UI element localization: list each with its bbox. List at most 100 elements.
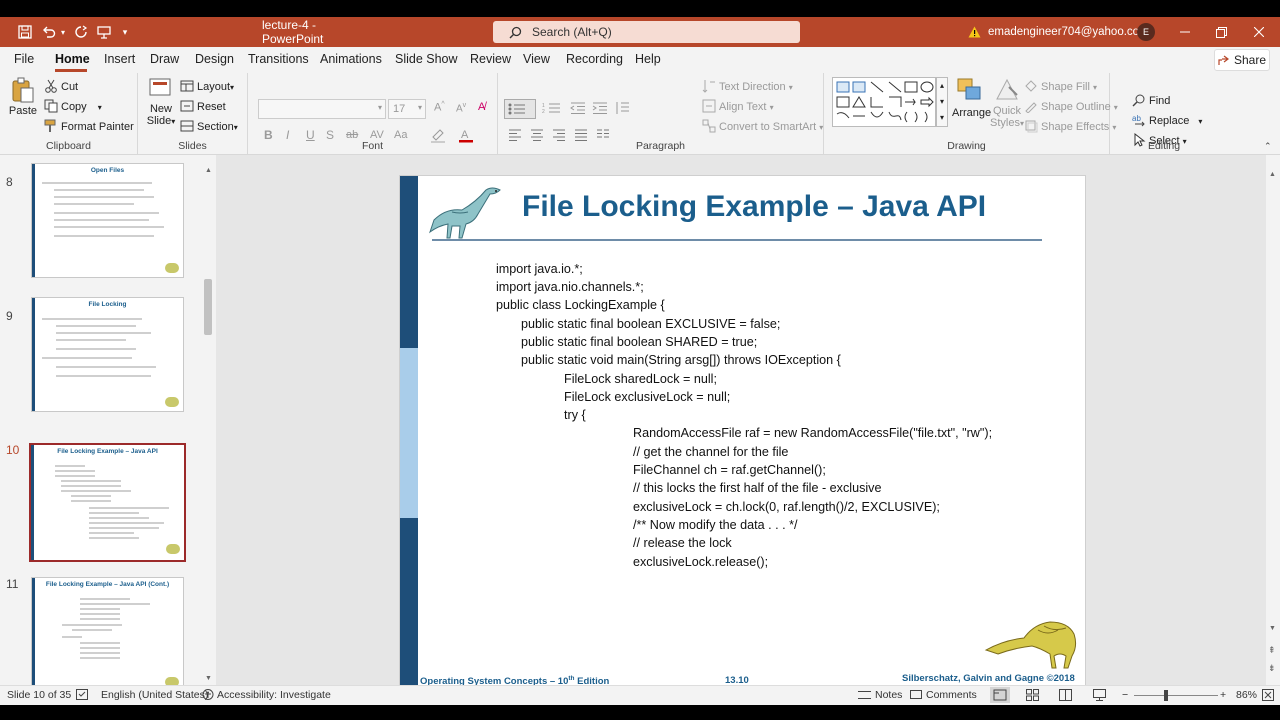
code-line[interactable]: import java.nio.channels.*;	[496, 280, 644, 294]
code-line[interactable]: // this locks the first half of the file…	[633, 481, 881, 495]
copy-dropdown-icon[interactable]: ▾	[98, 103, 102, 112]
align-text-button[interactable]: Align Text ▾	[702, 99, 774, 113]
search-box[interactable]: Search (Alt+Q)	[493, 21, 800, 43]
code-line[interactable]: // get the channel for the file	[633, 445, 788, 459]
decrease-indent-button[interactable]	[570, 101, 586, 118]
zoom-level[interactable]: 86%	[1236, 689, 1257, 701]
bullets-button[interactable]	[504, 99, 536, 119]
share-button[interactable]: Share	[1214, 49, 1270, 71]
present-icon[interactable]	[93, 17, 115, 47]
replace-button[interactable]: ab Replace ▾	[1132, 113, 1202, 127]
new-slide-dropdown-icon[interactable]: ▾	[171, 117, 175, 126]
slide-sorter-button[interactable]	[1026, 689, 1039, 704]
shapes-scroll[interactable]: ▴ ▾ ▾	[936, 77, 948, 127]
collapse-ribbon-icon[interactable]: ⌃	[1264, 141, 1272, 152]
cut-button[interactable]: Cut	[44, 79, 78, 93]
canvas-scrollbar[interactable]: ▲ ▼ ⇞ ⇟	[1266, 155, 1280, 685]
section-button[interactable]: Section▾	[180, 119, 238, 133]
avatar[interactable]: E	[1136, 17, 1156, 47]
slide[interactable]: File Locking Example – Java API import j…	[399, 175, 1086, 690]
font-family-select[interactable]: ▾	[258, 99, 386, 119]
previous-slide-icon[interactable]: ⇞	[1268, 645, 1276, 656]
minimize-icon[interactable]	[1168, 17, 1202, 47]
tab-help[interactable]: Help	[635, 52, 661, 66]
clear-formatting-icon[interactable]: A̸	[478, 101, 485, 113]
font-size-select[interactable]: 17 ▾	[388, 99, 426, 119]
save-icon[interactable]	[14, 17, 36, 47]
notes-button[interactable]: Notes	[858, 689, 902, 701]
find-button[interactable]: Find	[1132, 93, 1170, 107]
code-line[interactable]: FileLock sharedLock = null;	[564, 372, 717, 386]
customize-toolbar-icon[interactable]: ▾	[118, 17, 132, 47]
language-status[interactable]: English (United States)	[101, 689, 208, 701]
redo-icon[interactable]	[70, 17, 92, 47]
code-line[interactable]: try {	[564, 408, 586, 422]
normal-view-button[interactable]	[990, 687, 1010, 703]
scrollbar-thumb[interactable]	[204, 279, 212, 335]
tab-review[interactable]: Review	[470, 52, 511, 66]
close-icon[interactable]	[1240, 17, 1278, 47]
numbering-button[interactable]: 12	[542, 101, 564, 118]
code-line[interactable]: public static final boolean EXCLUSIVE = …	[521, 317, 780, 331]
format-painter-button[interactable]: Format Painter	[44, 119, 134, 133]
code-line[interactable]: FileChannel ch = raf.getChannel();	[633, 463, 826, 477]
zoom-out-button[interactable]: −	[1122, 689, 1128, 701]
increase-indent-button[interactable]	[592, 101, 608, 118]
shape-fill-button[interactable]: Shape Fill ▾	[1024, 79, 1097, 93]
restore-icon[interactable]	[1204, 17, 1238, 47]
thumbnails-scrollbar[interactable]: ▲ ▼	[202, 167, 214, 687]
accessibility-status[interactable]: Accessibility: Investigate	[217, 689, 331, 701]
zoom-in-button[interactable]: +	[1220, 689, 1226, 701]
slide-thumbnail[interactable]: File Locking Example – Java API (Cont.)	[31, 577, 184, 692]
slide-title[interactable]: File Locking Example – Java API	[522, 190, 986, 224]
layout-button[interactable]: Layout▾	[180, 79, 234, 93]
warning-icon[interactable]	[966, 17, 982, 47]
code-line[interactable]: public static void main(String arsg[]) t…	[521, 353, 841, 367]
tab-slide-show[interactable]: Slide Show	[395, 52, 458, 66]
slide-thumbnail-selected[interactable]: File Locking Example – Java API	[29, 443, 186, 562]
tab-draw[interactable]: Draw	[150, 52, 179, 66]
spelling-icon[interactable]	[76, 689, 88, 703]
quick-styles-button[interactable]: Quick Styles▾	[990, 77, 1024, 130]
text-direction-button[interactable]: Text Direction ▾	[702, 79, 793, 93]
decrease-font-size-button[interactable]: Av	[456, 102, 466, 114]
code-line[interactable]: import java.io.*;	[496, 262, 583, 276]
code-line[interactable]: exclusiveLock = ch.lock(0, raf.length()/…	[633, 500, 940, 514]
tab-home[interactable]: Home	[55, 52, 90, 66]
line-spacing-button[interactable]	[614, 101, 630, 118]
scroll-down-icon[interactable]: ▼	[1269, 625, 1276, 632]
zoom-slider-thumb[interactable]	[1164, 690, 1168, 701]
undo-dropdown-icon[interactable]: ▾	[58, 17, 68, 47]
account-email[interactable]: emadengineer704@yahoo.com	[988, 17, 1149, 47]
shape-outline-button[interactable]: Shape Outline ▾	[1024, 99, 1118, 114]
code-line[interactable]: public static final boolean SHARED = tru…	[521, 335, 757, 349]
tab-view[interactable]: View	[523, 52, 550, 66]
accessibility-icon[interactable]	[202, 689, 214, 703]
scroll-down-icon[interactable]: ▼	[205, 675, 212, 682]
reading-view-button[interactable]	[1059, 689, 1072, 704]
tab-design[interactable]: Design	[195, 52, 234, 66]
scroll-up-icon[interactable]: ▲	[1269, 171, 1276, 178]
next-slide-icon[interactable]: ⇟	[1268, 663, 1276, 674]
fit-to-window-icon[interactable]	[1262, 689, 1274, 704]
tab-file[interactable]: File	[14, 52, 34, 66]
new-slide-button[interactable]: New Slide▾	[146, 77, 176, 128]
reset-button[interactable]: Reset	[180, 99, 226, 113]
undo-icon[interactable]	[38, 17, 60, 47]
tab-animations[interactable]: Animations	[320, 52, 382, 66]
paste-button[interactable]: Paste	[8, 77, 38, 117]
slide-thumbnail[interactable]: File Locking	[31, 297, 184, 412]
arrange-button[interactable]: Arrange	[952, 77, 991, 119]
code-line[interactable]: /** Now modify the data . . . */	[633, 518, 798, 532]
comments-button[interactable]: Comments	[910, 689, 977, 701]
increase-font-size-button[interactable]: A^	[434, 101, 445, 114]
code-line[interactable]: exclusiveLock.release();	[633, 555, 768, 569]
scroll-up-icon[interactable]: ▲	[205, 167, 212, 174]
shapes-gallery[interactable]	[832, 77, 936, 127]
code-line[interactable]: RandomAccessFile raf = new RandomAccessF…	[633, 426, 992, 440]
code-line[interactable]: // release the lock	[633, 536, 732, 550]
shape-effects-button[interactable]: Shape Effects ▾	[1024, 119, 1116, 133]
slideshow-button[interactable]	[1093, 689, 1106, 704]
tab-recording[interactable]: Recording	[566, 52, 623, 66]
zoom-slider[interactable]	[1134, 695, 1218, 696]
